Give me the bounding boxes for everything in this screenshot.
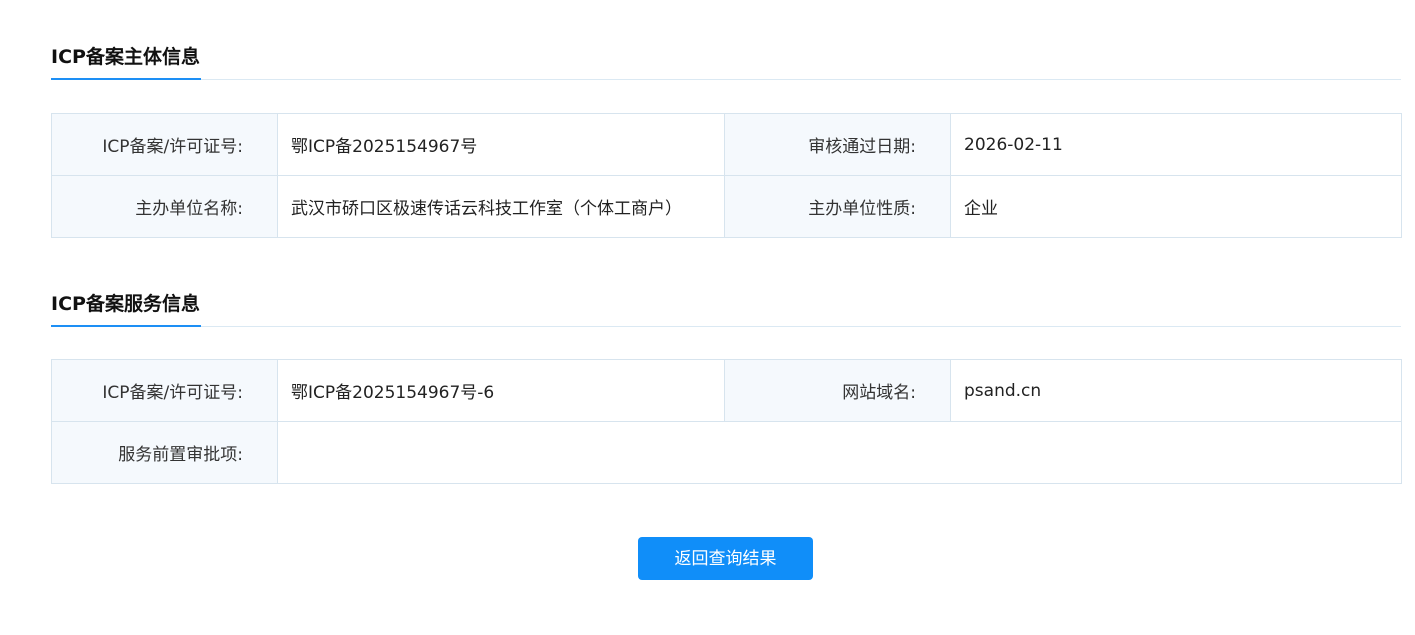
table-row: 服务前置审批项:: [51, 421, 1402, 484]
service-license-number-label: ICP备案/许可证号:: [51, 359, 278, 422]
service-section-title: ICP备案服务信息: [51, 287, 201, 327]
organizer-name-value: 武汉市硚口区极速传话云科技工作室（个体工商户）: [277, 175, 725, 238]
subject-info-table: ICP备案/许可证号: 鄂ICP备2025154967号 审核通过日期: 202…: [51, 113, 1402, 238]
website-domain-value: psand.cn: [950, 359, 1402, 422]
pre-approval-items-label: 服务前置审批项:: [51, 421, 278, 484]
license-number-value: 鄂ICP备2025154967号: [277, 113, 725, 176]
service-license-number-value: 鄂ICP备2025154967号-6: [277, 359, 725, 422]
subject-section-header: ICP备案主体信息: [51, 39, 1401, 80]
table-row: ICP备案/许可证号: 鄂ICP备2025154967号 审核通过日期: 202…: [51, 113, 1402, 176]
service-section-header: ICP备案服务信息: [51, 286, 1401, 327]
website-domain-label: 网站域名:: [724, 359, 951, 422]
organizer-type-label: 主办单位性质:: [724, 175, 951, 238]
return-to-results-button[interactable]: 返回查询结果: [638, 537, 813, 580]
pre-approval-items-value: [277, 421, 1402, 484]
table-row: ICP备案/许可证号: 鄂ICP备2025154967号-6 网站域名: psa…: [51, 359, 1402, 422]
organizer-name-label: 主办单位名称:: [51, 175, 278, 238]
table-row: 主办单位名称: 武汉市硚口区极速传话云科技工作室（个体工商户） 主办单位性质: …: [51, 175, 1402, 238]
approval-date-value: 2026-02-11: [950, 113, 1402, 176]
organizer-type-value: 企业: [950, 175, 1402, 238]
service-info-table: ICP备案/许可证号: 鄂ICP备2025154967号-6 网站域名: psa…: [51, 359, 1402, 484]
subject-section-title: ICP备案主体信息: [51, 40, 201, 80]
license-number-label: ICP备案/许可证号:: [51, 113, 278, 176]
approval-date-label: 审核通过日期:: [724, 113, 951, 176]
